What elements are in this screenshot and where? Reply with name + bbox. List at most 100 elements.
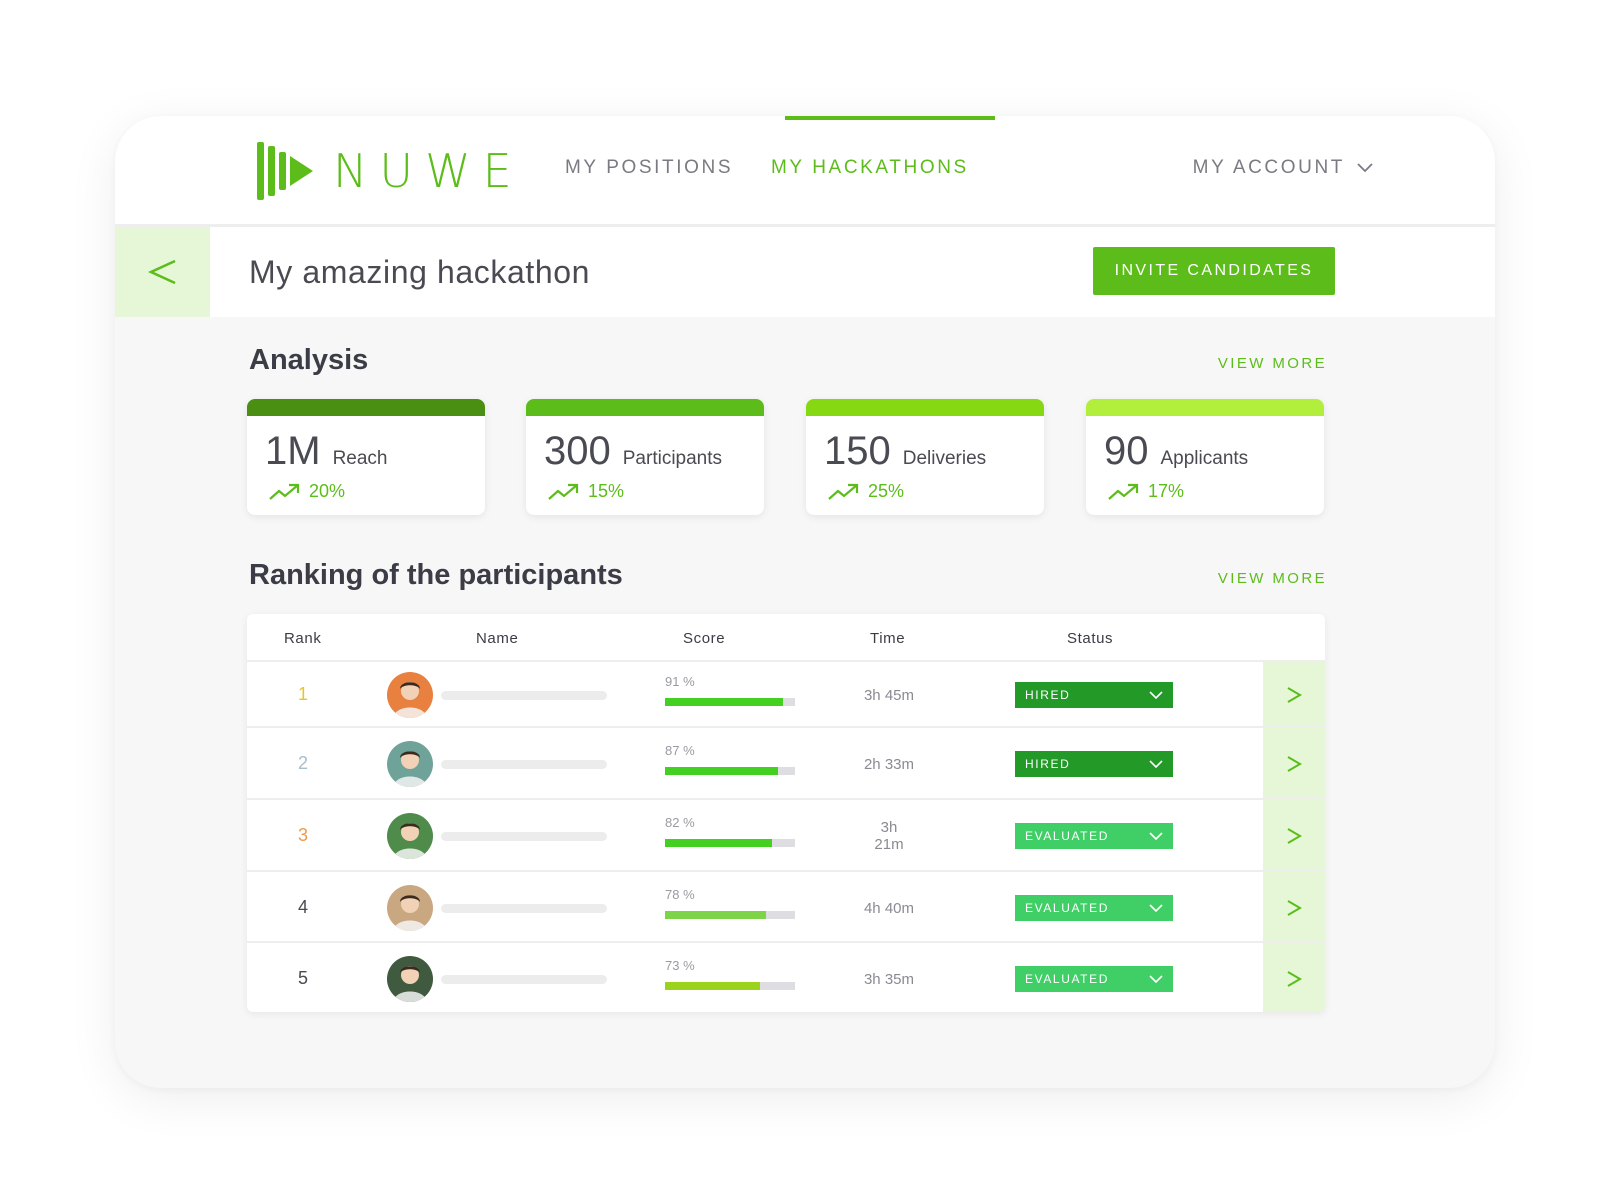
status-dropdown[interactable]: EVALUATED bbox=[1015, 823, 1173, 849]
trend-up-icon bbox=[269, 483, 300, 500]
stat-value: 1M bbox=[265, 429, 321, 473]
chevron-right-icon bbox=[1287, 687, 1302, 703]
nav-my-hackathons[interactable]: MY HACKATHONS bbox=[771, 156, 969, 180]
score-bar-fill bbox=[665, 910, 767, 919]
avatar[interactable] bbox=[387, 672, 433, 718]
open-participant-button[interactable] bbox=[1263, 662, 1325, 728]
column-header-rank[interactable]: Rank bbox=[284, 630, 321, 647]
score-label: 82 % bbox=[665, 815, 695, 830]
name-placeholder bbox=[441, 903, 607, 913]
stat-card[interactable]: 90 Applicants 17% bbox=[1086, 399, 1324, 515]
stat-trend-value: 25% bbox=[868, 481, 905, 501]
table-row[interactable]: 3 82 % 3h 21m EVALUATED bbox=[247, 798, 1325, 872]
avatar[interactable] bbox=[387, 741, 433, 787]
status-label: EVALUATED bbox=[1025, 971, 1109, 986]
stat-trend: 15% bbox=[548, 481, 624, 502]
logo-mark-icon bbox=[257, 142, 313, 200]
rank-number: 1 bbox=[297, 684, 308, 704]
chevron-down-icon bbox=[1149, 760, 1163, 768]
avatar[interactable] bbox=[387, 884, 433, 931]
app-window: NUWE MY POSITIONS MY HACKATHONS MY ACCOU… bbox=[115, 116, 1495, 1088]
stat-trend-value: 15% bbox=[588, 481, 625, 501]
avatar[interactable] bbox=[387, 813, 433, 859]
score-label: 78 % bbox=[665, 886, 695, 902]
score-label: 73 % bbox=[665, 957, 695, 973]
stat-card[interactable]: 1M Reach 20% bbox=[247, 399, 485, 515]
column-header-score[interactable]: Score bbox=[683, 630, 725, 647]
score-label: 91 % bbox=[665, 674, 695, 689]
status-label: EVALUATED bbox=[1025, 829, 1109, 843]
score-label: 87 % bbox=[665, 743, 695, 758]
stat-card-main: 300 Participants bbox=[544, 429, 722, 474]
analysis-heading: Analysis bbox=[249, 344, 369, 376]
name-placeholder bbox=[441, 832, 607, 841]
stat-card-main: 1M Reach bbox=[265, 429, 388, 474]
score-bar bbox=[665, 767, 795, 775]
column-header-status[interactable]: Status bbox=[1067, 630, 1113, 647]
stat-card-accent-bar bbox=[1086, 399, 1324, 416]
time-value: 4h 40m bbox=[863, 899, 915, 917]
table-row[interactable]: 1 91 % 3h 45m HIRED bbox=[247, 660, 1325, 728]
stat-trend: 20% bbox=[269, 481, 345, 502]
stat-card[interactable]: 150 Deliveries 25% bbox=[806, 399, 1044, 515]
rank-number: 2 bbox=[297, 753, 308, 773]
chevron-down-icon bbox=[1149, 691, 1163, 699]
open-participant-button[interactable] bbox=[1263, 872, 1325, 943]
trend-up-icon bbox=[548, 483, 579, 500]
table-row[interactable]: 4 78 % 4h 40m EVALUATED bbox=[247, 870, 1325, 943]
score-bar-fill bbox=[665, 767, 779, 775]
column-header-time[interactable]: Time bbox=[870, 630, 905, 647]
stat-card-main: 150 Deliveries bbox=[824, 429, 986, 474]
page-header: My amazing hackathon INVITE CANDIDATES bbox=[115, 227, 1495, 317]
name-placeholder bbox=[441, 760, 607, 769]
stat-label: Deliveries bbox=[902, 448, 987, 469]
time-value: 2h 33m bbox=[863, 756, 915, 773]
nav-my-positions[interactable]: MY POSITIONS bbox=[565, 156, 733, 180]
back-button[interactable] bbox=[115, 227, 210, 317]
stat-value: 150 bbox=[824, 429, 891, 473]
rank-number: 5 bbox=[297, 967, 308, 988]
account-menu[interactable]: MY ACCOUNT bbox=[1193, 156, 1373, 180]
table-row[interactable]: 5 73 % 3h 35m EVALUATED bbox=[247, 941, 1325, 1012]
open-participant-button[interactable] bbox=[1263, 800, 1325, 872]
status-dropdown[interactable]: EVALUATED bbox=[1015, 965, 1173, 992]
stat-trend-value: 20% bbox=[309, 481, 346, 501]
open-participant-button[interactable] bbox=[1263, 943, 1325, 1012]
score-bar bbox=[665, 839, 795, 847]
time-value: 3h 35m bbox=[863, 970, 915, 988]
open-participant-button[interactable] bbox=[1263, 728, 1325, 800]
ranking-view-more-link[interactable]: VIEW MORE bbox=[1218, 570, 1327, 587]
stat-value: 300 bbox=[544, 429, 611, 473]
chevron-right-icon bbox=[1287, 756, 1302, 772]
stat-label: Applicants bbox=[1160, 448, 1249, 469]
brand-logo[interactable]: NUWE bbox=[255, 138, 530, 204]
page-title: My amazing hackathon bbox=[249, 254, 591, 290]
stat-card[interactable]: 300 Participants 15% bbox=[526, 399, 764, 515]
stat-trend: 25% bbox=[828, 481, 904, 502]
logo-wordmark: NUWE bbox=[333, 144, 524, 198]
rank-number: 4 bbox=[297, 896, 308, 917]
column-header-name[interactable]: Name bbox=[476, 630, 518, 647]
chevron-right-icon bbox=[1287, 899, 1302, 916]
avatar[interactable] bbox=[387, 955, 433, 1002]
stat-label: Participants bbox=[622, 448, 723, 469]
status-label: HIRED bbox=[1025, 757, 1071, 771]
chevron-left-icon bbox=[147, 259, 176, 285]
score-bar bbox=[665, 910, 795, 919]
score-bar-fill bbox=[665, 698, 784, 706]
status-dropdown[interactable]: EVALUATED bbox=[1015, 894, 1173, 921]
analysis-view-more-link[interactable]: VIEW MORE bbox=[1218, 355, 1327, 372]
time-value: 3h 21m bbox=[874, 819, 904, 853]
stat-trend: 17% bbox=[1108, 481, 1184, 502]
score-bar-fill bbox=[665, 981, 760, 990]
stat-card-main: 90 Applicants bbox=[1104, 429, 1248, 474]
time-value: 3h 45m bbox=[863, 687, 915, 704]
chevron-down-icon bbox=[1357, 163, 1373, 173]
status-dropdown[interactable]: HIRED bbox=[1015, 682, 1173, 708]
table-row[interactable]: 2 87 % 2h 33m HIRED bbox=[247, 726, 1325, 800]
status-dropdown[interactable]: HIRED bbox=[1015, 751, 1173, 777]
stat-trend-value: 17% bbox=[1148, 481, 1185, 501]
score-bar bbox=[665, 981, 795, 990]
score-bar bbox=[665, 698, 795, 706]
invite-candidates-button[interactable]: INVITE CANDIDATES bbox=[1093, 247, 1335, 295]
